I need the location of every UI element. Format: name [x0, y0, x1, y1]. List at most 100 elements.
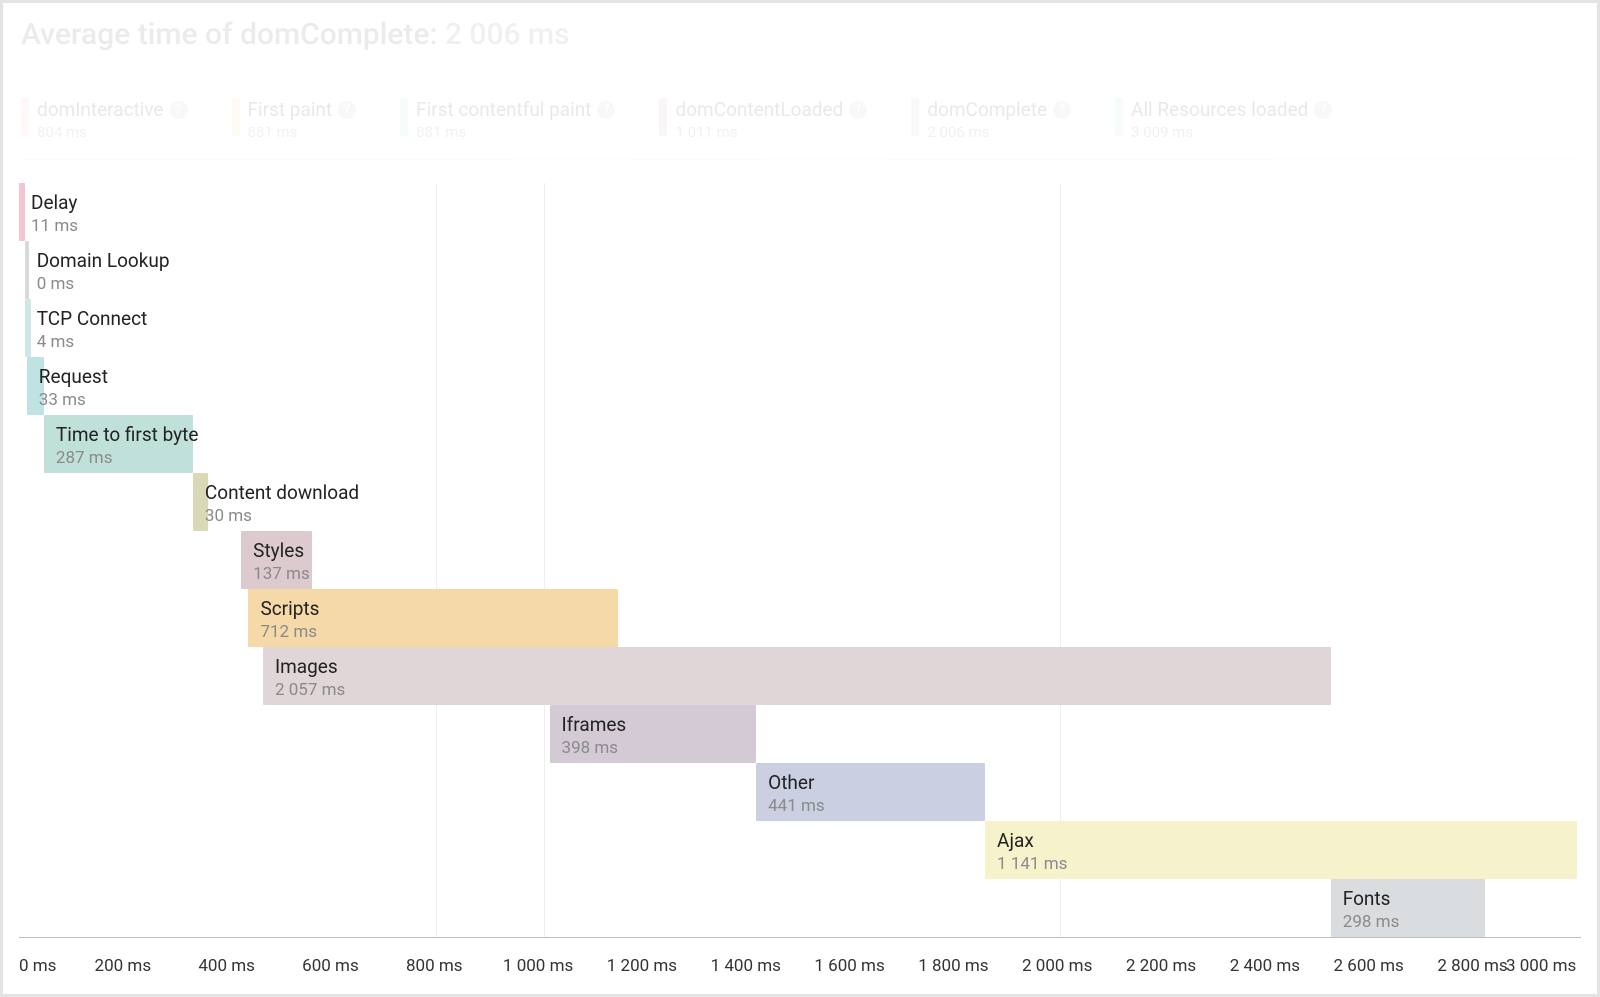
legend-swatch — [911, 98, 919, 136]
legend-item[interactable]: First paint ?881 ms — [232, 98, 357, 141]
bar-name: Content download — [205, 481, 359, 504]
bar-value: 298 ms — [1343, 912, 1400, 932]
legend-value: 1 011 ms — [675, 123, 867, 141]
bar-value: 11 ms — [31, 216, 78, 236]
legend-swatch — [400, 98, 408, 136]
legend-value: 2 006 ms — [927, 123, 1071, 141]
help-icon[interactable]: ? — [1314, 101, 1332, 119]
axis-tick-label: 200 ms — [95, 956, 152, 976]
bar-block[interactable] — [25, 299, 31, 357]
bar-row: Scripts712 ms — [19, 589, 1581, 647]
header-region: Average time of domComplete: 2 006 ms do… — [3, 3, 1597, 160]
divider — [21, 159, 1579, 160]
bar-row: Request33 ms — [19, 357, 1581, 415]
help-icon[interactable]: ? — [849, 101, 867, 119]
legend-value: 881 ms — [248, 123, 357, 141]
bar-name: Domain Lookup — [37, 249, 170, 272]
legend-value: 881 ms — [416, 123, 615, 141]
bar-value: 1 141 ms — [997, 854, 1067, 874]
help-icon[interactable]: ? — [338, 101, 356, 119]
title-value: 2 006 ms — [445, 17, 570, 52]
x-axis-ticks: 0 ms200 ms400 ms600 ms800 ms1 000 ms1 20… — [19, 944, 1581, 976]
bar-name: TCP Connect — [37, 307, 148, 330]
legend-swatch — [21, 98, 29, 136]
bar-value: 4 ms — [37, 332, 148, 352]
axis-tick-label: 400 ms — [198, 956, 255, 976]
legend-swatch — [1115, 98, 1123, 136]
bar-label: Time to first byte287 ms — [56, 423, 199, 468]
bar-name: Iframes — [562, 713, 627, 736]
axis-tick-label: 1 600 ms — [814, 956, 884, 976]
legend-item[interactable]: First contentful paint ? 881 ms — [400, 98, 615, 141]
legend-value: 804 ms — [37, 123, 188, 141]
bar-label: Scripts712 ms — [260, 597, 319, 642]
bar-label: Other441 ms — [768, 771, 825, 816]
axis-tick-label: 1 400 ms — [711, 956, 781, 976]
bar-name: Request — [39, 365, 108, 388]
legend-label: First contentful paint — [416, 98, 591, 121]
bar-label: Ajax1 141 ms — [997, 829, 1067, 874]
legend-swatch — [659, 98, 667, 136]
bar-row: Time to first byte287 ms — [19, 415, 1581, 473]
axis-tick-label: 3 000 ms — [1506, 956, 1576, 976]
bar-value: 2 057 ms — [275, 680, 345, 700]
bar-value: 137 ms — [253, 564, 310, 584]
axis-tick-label: 2 400 ms — [1230, 956, 1300, 976]
bar-label: Fonts298 ms — [1343, 887, 1400, 932]
legend-label: All Resources loaded — [1131, 98, 1308, 121]
bar-value: 33 ms — [39, 390, 108, 410]
legend-item[interactable]: domInteractive ? 804 ms — [21, 98, 188, 141]
bar-label: TCP Connect4 ms — [37, 307, 148, 352]
legend-item[interactable]: domComplete ? 2 006 ms — [911, 98, 1071, 141]
bar-name: Other — [768, 771, 825, 794]
axis-tick-label: 2 000 ms — [1022, 956, 1092, 976]
title-label: Average time of domComplete: — [21, 17, 437, 52]
axis-tick-label: 800 ms — [406, 956, 463, 976]
bar-label: Delay11 ms — [31, 191, 78, 236]
chart-plot-area: Delay11 ms Domain Lookup0 ms TCP Connect4 … — [19, 183, 1581, 938]
bar-block[interactable] — [19, 183, 25, 241]
bar-label: Styles137 ms — [253, 539, 310, 584]
bar-row: Other441 ms — [19, 763, 1581, 821]
bar-name: Fonts — [1343, 887, 1400, 910]
bar-block[interactable] — [25, 241, 29, 299]
bar-row: Styles137 ms — [19, 531, 1581, 589]
legend-row: domInteractive ?804 msFirst paint ?881 m… — [3, 62, 1597, 159]
bar-row: TCP Connect4 ms — [19, 299, 1581, 357]
bar-block[interactable] — [263, 647, 1331, 705]
bar-row: Delay11 ms — [19, 183, 1581, 241]
x-axis-line — [19, 937, 1581, 938]
bar-block[interactable] — [985, 821, 1577, 879]
axis-tick-label: 1 800 ms — [918, 956, 988, 976]
bar-label: Iframes398 ms — [562, 713, 627, 758]
bar-value: 30 ms — [205, 506, 359, 526]
bar-row: Ajax1 141 ms — [19, 821, 1581, 879]
legend-label: domInteractive — [37, 98, 164, 121]
bar-name: Images — [275, 655, 345, 678]
bar-value: 287 ms — [56, 448, 199, 468]
bar-name: Scripts — [260, 597, 319, 620]
legend-label: domContentLoaded — [675, 98, 843, 121]
waterfall-chart: Delay11 ms Domain Lookup0 ms TCP Connect4 … — [19, 183, 1581, 976]
legend-item[interactable]: All Resources loaded ?3 009 ms — [1115, 98, 1332, 141]
bar-label: Domain Lookup0 ms — [37, 249, 170, 294]
bar-value: 0 ms — [37, 274, 170, 294]
page-title: Average time of domComplete: 2 006 ms — [3, 3, 1597, 62]
bar-row: Domain Lookup0 ms — [19, 241, 1581, 299]
bar-row: Fonts298 ms — [19, 879, 1581, 937]
legend-swatch — [232, 98, 240, 136]
help-icon[interactable]: ? — [1053, 101, 1071, 119]
bar-row: Iframes398 ms — [19, 705, 1581, 763]
bar-value: 441 ms — [768, 796, 825, 816]
bar-row: Images2 057 ms — [19, 647, 1581, 705]
axis-tick-label: 1 200 ms — [607, 956, 677, 976]
legend-label: domComplete — [927, 98, 1047, 121]
axis-tick-label: 2 600 ms — [1334, 956, 1404, 976]
bar-name: Ajax — [997, 829, 1067, 852]
legend-item[interactable]: domContentLoaded ? 1 011 ms — [659, 98, 867, 141]
bar-value: 398 ms — [562, 738, 627, 758]
bar-name: Delay — [31, 191, 78, 214]
bar-name: Time to first byte — [56, 423, 199, 446]
help-icon[interactable]: ? — [170, 101, 188, 119]
help-icon[interactable]: ? — [597, 101, 615, 119]
